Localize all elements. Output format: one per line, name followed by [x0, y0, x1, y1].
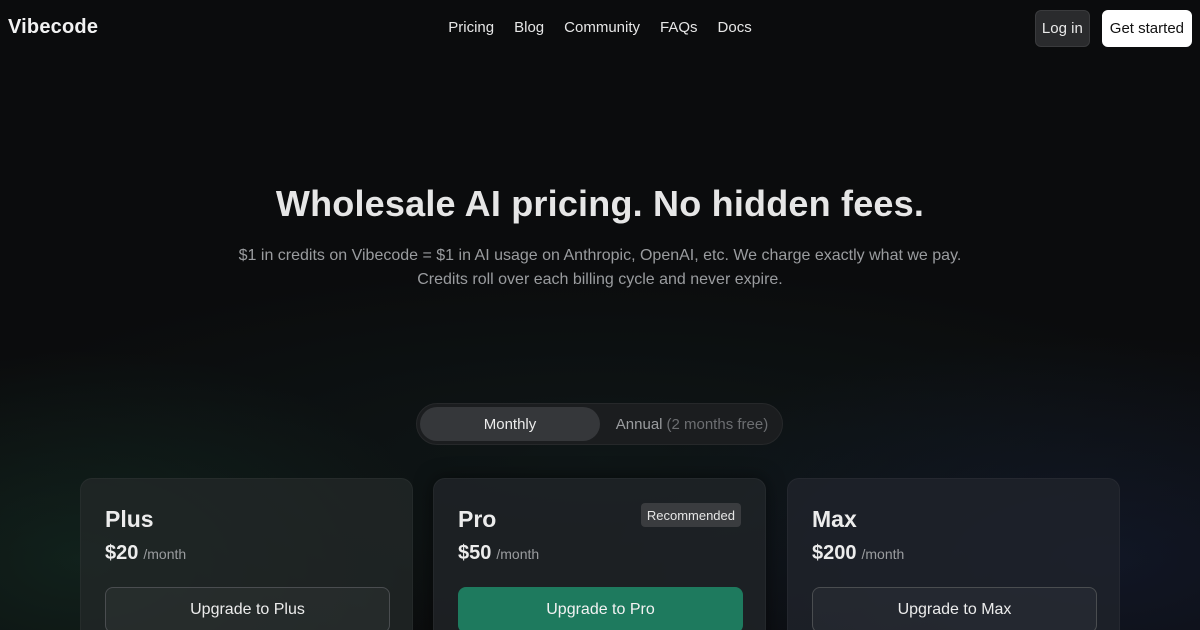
price-amount: $200	[812, 542, 857, 564]
recommended-badge: Recommended	[640, 503, 741, 527]
price-amount: $50	[458, 542, 492, 564]
main-nav: Pricing Blog Community FAQs Docs	[0, 19, 1200, 36]
page-title: Wholesale AI pricing. No hidden fees.	[275, 183, 925, 224]
plan-card-plus: Plus $20 /month Upgrade to Plus	[80, 478, 413, 630]
toggle-monthly[interactable]: Monthly	[420, 407, 600, 441]
price-period: /month	[496, 546, 540, 562]
toggle-annual[interactable]: Annual (2 months free)	[605, 407, 779, 441]
price-period: /month	[143, 546, 187, 562]
upgrade-max-button[interactable]: Upgrade to Max	[812, 587, 1097, 630]
plan-name: Plus	[105, 506, 154, 532]
login-button[interactable]: Log in	[1034, 10, 1090, 47]
plan-price: $200 /month	[812, 542, 904, 565]
plan-name: Pro	[458, 506, 497, 532]
toggle-annual-label: Annual	[615, 415, 663, 433]
price-period: /month	[861, 546, 905, 562]
subtitle-line-2: Credits roll over each billing cycle and…	[417, 271, 783, 288]
plan-card-max: Max $200 /month Upgrade to Max	[787, 478, 1120, 630]
nav-item-docs[interactable]: Docs	[718, 19, 752, 36]
nav-item-pricing[interactable]: Pricing	[448, 19, 494, 36]
auth-actions: Log in Get started	[1034, 10, 1192, 47]
subtitle-line-1: $1 in credits on Vibecode = $1 in AI usa…	[238, 247, 962, 264]
upgrade-pro-button[interactable]: Upgrade to Pro	[458, 587, 743, 630]
toggle-annual-note: (2 months free)	[666, 415, 769, 433]
nav-item-blog[interactable]: Blog	[514, 19, 544, 36]
pricing-page: Vibecode Pricing Blog Community FAQs Doc…	[0, 0, 1200, 630]
get-started-button[interactable]: Get started	[1101, 10, 1192, 47]
price-amount: $20	[105, 542, 139, 564]
plan-price: $50 /month	[458, 542, 539, 565]
nav-item-faqs[interactable]: FAQs	[660, 19, 698, 36]
plan-name: Max	[812, 506, 857, 532]
billing-period-toggle: Monthly Annual (2 months free)	[416, 403, 783, 445]
plan-card-pro: Pro Recommended $50 /month Upgrade to Pr…	[433, 478, 766, 630]
nav-item-community[interactable]: Community	[564, 19, 640, 36]
plan-price: $20 /month	[105, 542, 186, 565]
page-subtitle: $1 in credits on Vibecode = $1 in AI usa…	[0, 244, 1200, 292]
upgrade-plus-button[interactable]: Upgrade to Plus	[105, 587, 390, 630]
top-header: Vibecode Pricing Blog Community FAQs Doc…	[0, 0, 1200, 58]
